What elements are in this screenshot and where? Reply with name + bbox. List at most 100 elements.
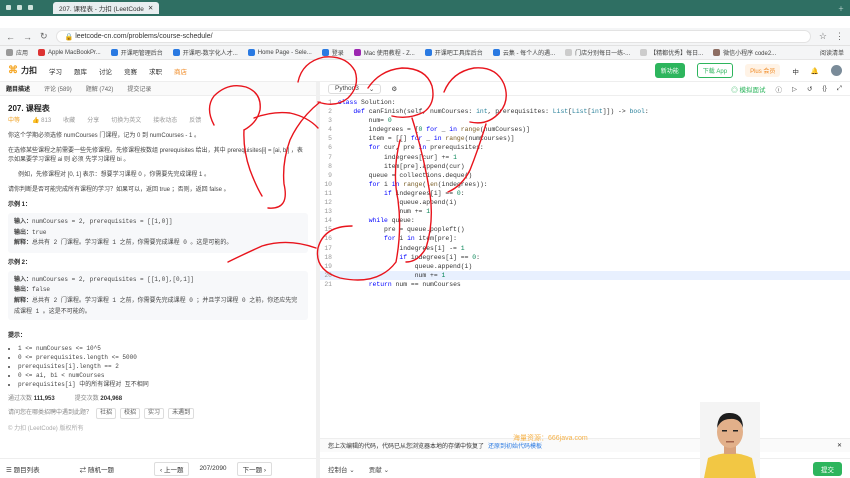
bookmark-item[interactable]: 登录 [321, 48, 344, 57]
feedback-button[interactable]: 反馈 [189, 117, 201, 126]
follow-button[interactable]: 接收动态 [153, 117, 177, 126]
star-icon[interactable]: ☆ [819, 31, 827, 42]
tab-solutions[interactable]: 题解 (742) [86, 84, 114, 93]
submit-button[interactable]: 提交 [813, 461, 842, 476]
code-line[interactable]: 16 for i in item[pre]: [320, 234, 850, 243]
settings-icon[interactable]: ⚙ [391, 85, 397, 93]
contribute-button[interactable]: 贡献 ⌄ [369, 464, 389, 474]
code-icon[interactable]: {} [822, 85, 826, 92]
forward-icon[interactable]: → [23, 32, 32, 42]
new-feature-badge[interactable]: 新功能 [654, 63, 685, 78]
code-line[interactable]: 3 num= 0 [320, 116, 850, 125]
code-line[interactable]: 7 indegrees[cur] += 1 [320, 153, 850, 162]
tag-none[interactable]: 未遇到 [168, 408, 195, 420]
tag-social[interactable]: 社招 [96, 408, 117, 420]
close-icon[interactable]: ✕ [148, 4, 153, 12]
bookmark-item[interactable]: Home Page - Sele... [247, 49, 312, 56]
code-text: return num == numCourses [368, 280, 461, 288]
notification-icon[interactable]: 🔔 [811, 67, 819, 75]
code-line[interactable]: 20 num += 1 [320, 270, 850, 280]
back-icon[interactable]: ← [6, 32, 15, 42]
bookmark-item[interactable]: 门店分别每日一练-... [565, 48, 630, 57]
code-line[interactable]: 10 for i in range(len(indegrees)): [320, 180, 850, 189]
share-button[interactable]: 分享 [87, 117, 99, 126]
code-line[interactable]: 6 for cur, pre in prerequisites: [320, 143, 850, 152]
code-editor[interactable]: 1 class Solution: 2 def canFinish(self, nu… [320, 96, 850, 436]
interview-tags: 请问您在哪类招聘中遇到此题？ 社招 校招 实习 未遇到 [8, 408, 308, 420]
pass-count: 111,953 [33, 396, 55, 403]
favorite-button[interactable]: 收藏 [63, 117, 75, 126]
url-field[interactable]: 🔒 leetcode-cn.com/problems/course-schedu… [55, 30, 811, 43]
fullscreen-icon[interactable]: ⤢ [837, 85, 842, 93]
tab-comments[interactable]: 评论 (589) [44, 84, 72, 93]
bookmark-item[interactable]: 微信小程序 code2... [713, 48, 776, 57]
next-button[interactable]: 下一题 › [236, 461, 273, 476]
language-switch[interactable]: 中 [792, 66, 799, 76]
code-line[interactable]: 12 queue.append(i) [320, 198, 850, 207]
bookmark-item[interactable]: 【精都优秀】每日... [640, 48, 703, 57]
code-line[interactable]: 14 while queue: [320, 216, 850, 225]
bookmark-item[interactable]: 开课吧-数字化人才... [172, 48, 238, 57]
mock-interview-button[interactable]: ◎ 模拟面试 [731, 84, 765, 94]
tag-intern[interactable]: 实习 [144, 408, 165, 420]
bookmark-item[interactable]: 应用 [6, 48, 28, 57]
browser-tab-active[interactable]: 207. 课程表 - 力扣 (LeetCode ✕ [53, 2, 160, 14]
menu-icon[interactable]: ⋮ [835, 31, 844, 42]
code-line[interactable]: 9 queue = collections.deque() [320, 171, 850, 180]
console-toggle[interactable]: 控制台 ⌄ [328, 464, 355, 474]
code-line[interactable]: 15 pre = queue.popleft() [320, 225, 850, 234]
url-text: leetcode-cn.com/problems/course-schedule… [75, 33, 213, 40]
bookmark-item[interactable]: 云集 - 每个人的遇... [492, 48, 555, 57]
code-line[interactable]: 19 queue.append(i) [320, 262, 850, 271]
line-number: 18 [324, 253, 332, 261]
nav-learn[interactable]: 学习 [49, 66, 62, 76]
tab-description[interactable]: 题目描述 [6, 84, 30, 93]
like-button[interactable]: 👍 813 [32, 117, 51, 126]
reload-icon[interactable]: ↻ [40, 31, 48, 42]
switch-english-button[interactable]: 切换为英文 [111, 117, 141, 126]
random-problem-button[interactable]: ⇄ 随机一题 [80, 464, 114, 474]
leetcode-logo[interactable]: ⌘ 力扣 [8, 65, 37, 76]
code-line[interactable]: 5 item = [[] for _ in range(numCourses)] [320, 134, 850, 143]
tab-submissions[interactable]: 提交记录 [127, 84, 151, 93]
nav-discuss[interactable]: 讨论 [99, 66, 112, 76]
plus-button[interactable]: Plus 会员 [745, 64, 781, 77]
code-text: queue.append(i) [338, 199, 457, 207]
nav-jobs[interactable]: 求职 [149, 66, 162, 76]
code-line[interactable]: 2 def canFinish(self, numCourses: int, p… [320, 107, 850, 116]
code-line[interactable]: 17 indegrees[i] -= 1 [320, 244, 850, 253]
language-select[interactable]: Python3 ⌄ [328, 83, 382, 94]
prev-button[interactable]: ‹ 上一题 [153, 461, 190, 476]
window-controls[interactable] [6, 4, 39, 12]
problem-title: 207. 课程表 [8, 104, 50, 113]
code-line[interactable]: 1 class Solution: [320, 98, 850, 107]
nav-problems[interactable]: 题库 [74, 66, 87, 76]
bookmark-item[interactable]: 开课吧工具库后台 [424, 48, 483, 57]
info-icon[interactable]: ⓘ [776, 84, 783, 94]
reading-list[interactable]: 阅读清单 [820, 48, 844, 57]
new-tab-button[interactable]: ＋ [838, 4, 844, 13]
code-line[interactable]: 18 if indegrees[i] == 0: [320, 253, 850, 262]
code-line[interactable]: 4 indegrees = [0 for _ in range(numCours… [320, 125, 850, 134]
nav-store[interactable]: 商店 [174, 66, 187, 76]
window-tab-strip: 207. 课程表 - 力扣 (LeetCode ✕ ＋ [0, 0, 850, 16]
bookmark-item[interactable]: 开课吧管理后台 [110, 48, 163, 57]
tag-campus[interactable]: 校招 [120, 408, 141, 420]
avatar[interactable] [831, 65, 842, 76]
download-app-button[interactable]: 下载 App [696, 63, 734, 78]
reset-icon[interactable]: ↺ [807, 85, 812, 93]
line-number: 16 [324, 235, 332, 243]
problem-list-button[interactable]: ☰ 题目列表 [6, 464, 40, 474]
code-line[interactable]: 11 if indegrees[i] == 0: [320, 189, 850, 198]
nav-contest[interactable]: 竞赛 [124, 66, 137, 76]
problem-meta: 中等 👍 813 收藏 分享 切换为英文 接收动态 反馈 [8, 117, 308, 126]
close-icon[interactable]: ✕ [837, 442, 842, 449]
code-line[interactable]: 21 return num == numCourses [320, 280, 850, 289]
code-line[interactable]: 13 num += 1 [320, 207, 850, 216]
bookmark-item[interactable]: Apple MacBookPr... [38, 49, 101, 56]
code-line[interactable]: 8 item[pre].append(cur) [320, 162, 850, 171]
play-icon[interactable]: ▷ [792, 85, 797, 93]
code-text: class Solution: [338, 99, 396, 106]
bookmark-item[interactable]: Mac 使用教程 - Z... [353, 48, 415, 57]
submit-count: 204,968 [100, 396, 123, 403]
